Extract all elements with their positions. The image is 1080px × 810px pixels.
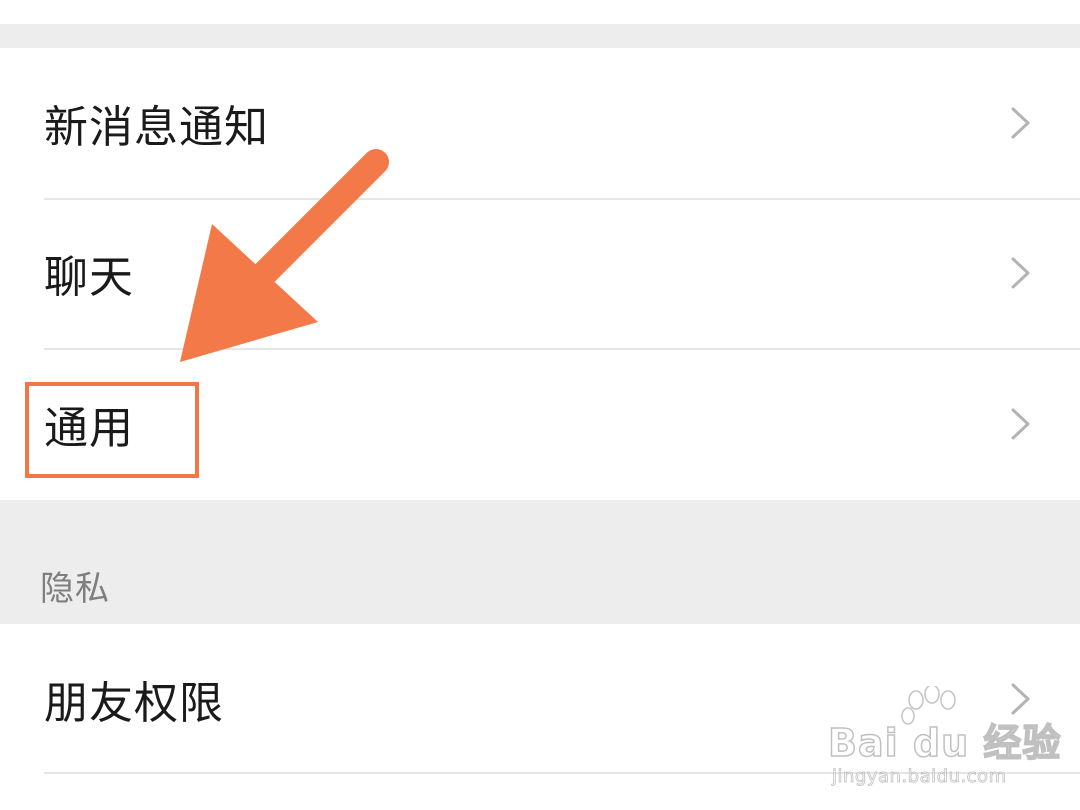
settings-row-friend-permissions[interactable]: 朋友权限 bbox=[0, 624, 1080, 774]
settings-row-new-message-notification[interactable]: 新消息通知 bbox=[0, 48, 1080, 198]
chevron-right-icon bbox=[1011, 683, 1030, 715]
section-header-privacy: 隐私 bbox=[40, 569, 110, 609]
settings-row-label: 新消息通知 bbox=[44, 102, 269, 153]
settings-row-label: 朋友权限 bbox=[44, 678, 224, 729]
settings-group-privacy: 朋友权限 bbox=[0, 624, 1080, 810]
settings-row-general[interactable]: 通用 bbox=[0, 349, 1080, 499]
settings-row-label: 通用 bbox=[44, 403, 134, 454]
chevron-right-icon bbox=[1011, 107, 1030, 139]
settings-row-chat[interactable]: 聊天 bbox=[0, 198, 1080, 348]
chevron-right-icon bbox=[1011, 257, 1030, 289]
row-divider bbox=[44, 772, 1080, 774]
settings-row-label: 聊天 bbox=[44, 252, 134, 303]
chevron-right-icon bbox=[1011, 408, 1030, 440]
settings-group-general: 新消息通知 聊天 通用 bbox=[0, 48, 1080, 500]
previous-group-bottom bbox=[0, 0, 1080, 24]
